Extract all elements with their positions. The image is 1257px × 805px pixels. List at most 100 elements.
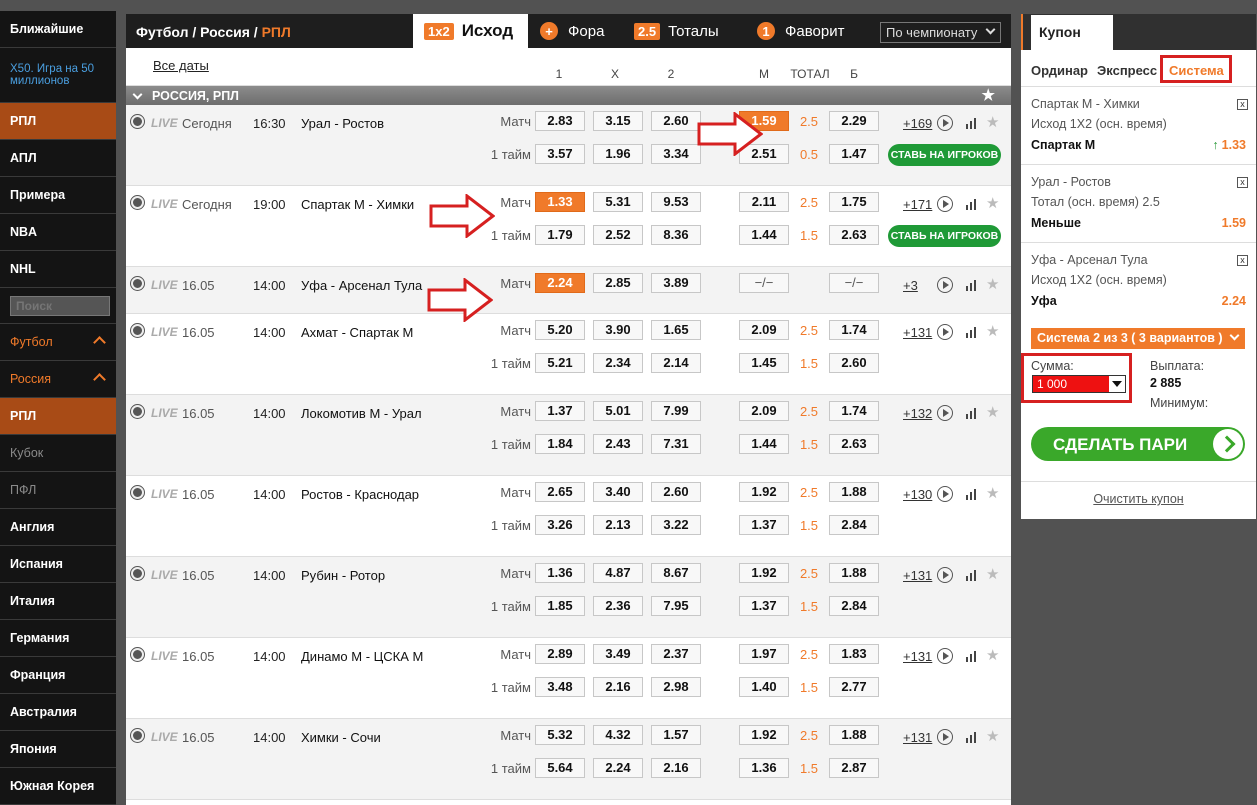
under-odds-button[interactable]: 2.09 xyxy=(739,401,789,421)
odds-button[interactable]: 5.21 xyxy=(535,353,585,373)
sidebar-item[interactable]: ПФЛ xyxy=(0,472,116,509)
sidebar-item[interactable]: РПЛ xyxy=(0,103,116,140)
over-odds-button[interactable]: 2.60 xyxy=(829,353,879,373)
odds-button[interactable]: 2.14 xyxy=(651,353,701,373)
stats-icon[interactable] xyxy=(966,570,976,581)
sidebar-item[interactable]: Япония xyxy=(0,731,116,768)
breadcrumb-current[interactable]: РПЛ xyxy=(262,24,291,40)
breadcrumb-path[interactable]: Футбол / Россия / xyxy=(136,24,262,40)
star-icon[interactable]: ★ xyxy=(986,113,999,131)
star-icon[interactable]: ★ xyxy=(986,484,999,502)
stats-icon[interactable] xyxy=(966,732,976,743)
match-row[interactable]: LIVE 16.05 14:00 Локомотив М - Урал Матч 1.37… xyxy=(126,395,1011,476)
dropdown-arrow-icon[interactable] xyxy=(1109,376,1125,392)
sidebar-item[interactable]: Россия xyxy=(0,361,116,398)
star-icon[interactable]: ★ xyxy=(986,727,999,745)
star-icon[interactable]: ★ xyxy=(986,275,999,293)
place-bet-button[interactable]: СДЕЛАТЬ ПАРИ xyxy=(1031,427,1245,461)
chevron-up-icon[interactable] xyxy=(93,373,106,386)
single-bet-tab[interactable]: Ординар xyxy=(1031,63,1088,78)
match-row[interactable]: LIVE Сегодня 19:00 Спартак М - Химки Матч 1.3… xyxy=(126,186,1011,267)
sidebar-item[interactable]: X50. Игра на 50 миллионов xyxy=(0,48,116,103)
star-icon[interactable]: ★ xyxy=(986,322,999,340)
match-teams[interactable]: Спартак М - Химки xyxy=(301,197,414,212)
more-markets-link[interactable]: +131 xyxy=(903,730,932,745)
over-odds-button[interactable]: 2.87 xyxy=(829,758,879,778)
odds-button[interactable]: 4.32 xyxy=(593,725,643,745)
more-markets-link[interactable]: +131 xyxy=(903,325,932,340)
odds-button[interactable]: 2.13 xyxy=(593,515,643,535)
odds-button[interactable]: 8.36 xyxy=(651,225,701,245)
under-odds-button[interactable]: 1.37 xyxy=(739,596,789,616)
sidebar-item[interactable]: NBA xyxy=(0,214,116,251)
under-odds-button[interactable]: 1.44 xyxy=(739,434,789,454)
under-odds-button[interactable]: 1.40 xyxy=(739,677,789,697)
star-icon[interactable]: ★ xyxy=(982,86,995,104)
odds-button[interactable]: 2.60 xyxy=(651,111,701,131)
over-odds-button[interactable]: 1.88 xyxy=(829,725,879,745)
over-odds-button[interactable]: 2.84 xyxy=(829,596,879,616)
match-teams[interactable]: Химки - Сочи xyxy=(301,730,381,745)
close-icon[interactable]: x xyxy=(1237,255,1248,266)
odds-button[interactable]: 4.87 xyxy=(593,563,643,583)
odds-button[interactable]: 5.31 xyxy=(593,192,643,212)
odds-button[interactable]: 3.22 xyxy=(651,515,701,535)
play-video-icon[interactable] xyxy=(937,648,953,664)
odds-button[interactable]: 1.79 xyxy=(535,225,585,245)
championship-select[interactable]: По чемпионату xyxy=(880,22,1001,43)
sidebar-item[interactable]: Франция xyxy=(0,657,116,694)
odds-button[interactable]: 7.95 xyxy=(651,596,701,616)
match-row[interactable]: LIVE 16.05 14:00 Рубин - Ротор Матч 1.36 4.87 8… xyxy=(126,557,1011,638)
over-odds-button[interactable]: 2.77 xyxy=(829,677,879,697)
stats-icon[interactable] xyxy=(966,280,976,291)
more-markets-link[interactable]: +131 xyxy=(903,568,932,583)
sidebar-item[interactable]: Испания xyxy=(0,546,116,583)
odds-button[interactable]: 3.89 xyxy=(651,273,701,293)
under-odds-button[interactable]: 1.44 xyxy=(739,225,789,245)
stats-icon[interactable] xyxy=(966,489,976,500)
over-odds-button[interactable]: 1.88 xyxy=(829,482,879,502)
under-odds-button[interactable]: 1.36 xyxy=(739,758,789,778)
match-row[interactable]: LIVE 16.05 14:00 Динамо М - ЦСКА М Матч 2.89 3… xyxy=(126,638,1011,719)
odds-button[interactable]: 2.16 xyxy=(593,677,643,697)
over-odds-button[interactable]: 2.63 xyxy=(829,225,879,245)
league-header[interactable]: РОССИЯ, РПЛ ★ xyxy=(126,86,1011,105)
over-odds-button[interactable]: 1.74 xyxy=(829,320,879,340)
sidebar-item[interactable]: NHL xyxy=(0,251,116,288)
odds-button[interactable]: 2.65 xyxy=(535,482,585,502)
odds-button[interactable]: 2.85 xyxy=(593,273,643,293)
over-odds-button[interactable]: 1.74 xyxy=(829,401,879,421)
sidebar-item[interactable]: Италия xyxy=(0,583,116,620)
odds-button[interactable]: 2.43 xyxy=(593,434,643,454)
stake-input[interactable]: 1 000 xyxy=(1032,375,1126,393)
sidebar-item[interactable]: Футбол xyxy=(0,324,116,361)
odds-button[interactable]: 1.85 xyxy=(535,596,585,616)
odds-button[interactable]: 1.65 xyxy=(651,320,701,340)
odds-button[interactable]: 7.31 xyxy=(651,434,701,454)
sidebar-item[interactable]: РПЛ xyxy=(0,398,116,435)
odds-button[interactable]: 2.16 xyxy=(651,758,701,778)
star-icon[interactable]: ★ xyxy=(986,403,999,421)
express-bet-tab[interactable]: Экспресс xyxy=(1097,63,1157,78)
play-video-icon[interactable] xyxy=(937,115,953,131)
odds-button[interactable]: 2.60 xyxy=(651,482,701,502)
star-icon[interactable]: ★ xyxy=(986,565,999,583)
over-odds-button[interactable]: 1.88 xyxy=(829,563,879,583)
more-markets-link[interactable]: +131 xyxy=(903,649,932,664)
odds-button[interactable]: 2.98 xyxy=(651,677,701,697)
play-video-icon[interactable] xyxy=(937,567,953,583)
over-odds-button[interactable]: 2.84 xyxy=(829,515,879,535)
bet-on-players-button[interactable]: СТАВЬ НА ИГРОКОВ xyxy=(888,144,1001,166)
star-icon[interactable]: ★ xyxy=(986,194,999,212)
odds-button[interactable]: 7.99 xyxy=(651,401,701,421)
odds-button[interactable]: 9.53 xyxy=(651,192,701,212)
all-dates-link[interactable]: Все даты xyxy=(153,58,209,73)
odds-button[interactable]: 1.96 xyxy=(593,144,643,164)
match-teams[interactable]: Ростов - Краснодар xyxy=(301,487,419,502)
odds-button[interactable]: 2.37 xyxy=(651,644,701,664)
under-odds-button[interactable]: 1.97 xyxy=(739,644,789,664)
match-row[interactable]: LIVE 16.05 14:00 Уфа - Арсенал Тула Матч 2.24… xyxy=(126,267,1011,314)
sidebar-item[interactable]: Англия xyxy=(0,509,116,546)
sidebar-item[interactable]: Ближайшие xyxy=(0,11,116,48)
stats-icon[interactable] xyxy=(966,327,976,338)
